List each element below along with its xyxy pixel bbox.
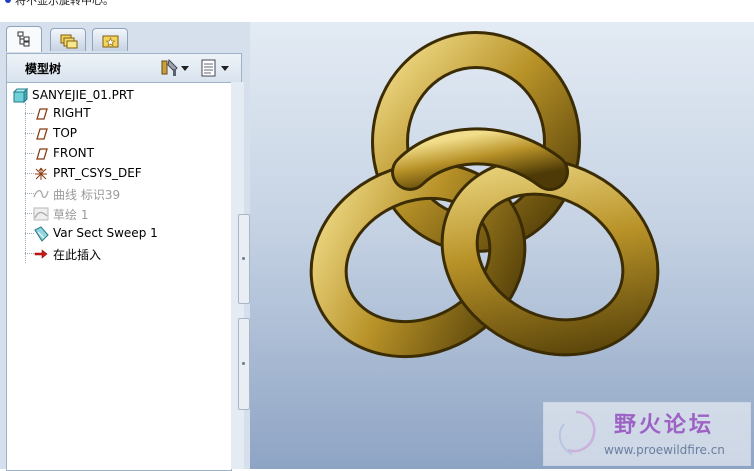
- message-area: 将不显示旋转中心。: [0, 0, 754, 23]
- datum-plane-icon: [36, 148, 48, 160]
- navigator-panel: 模型树 SANYEJIE_01.PRT RIGHT TOP FRONT PRT_…: [0, 22, 250, 471]
- panel-splitter-upper[interactable]: [238, 214, 250, 304]
- datum-plane-icon: [36, 128, 48, 140]
- watermark-title: 野火论坛: [614, 413, 715, 438]
- folder-browser-icon: [60, 34, 78, 49]
- model-tree-icon: [17, 31, 30, 47]
- chevron-down-icon: [221, 66, 229, 71]
- datum-plane-icon: [36, 108, 48, 120]
- model-tree: SANYEJIE_01.PRT RIGHT TOP FRONT PRT_CSYS…: [6, 82, 232, 471]
- curve-icon: [33, 189, 49, 199]
- tree-connector: [25, 103, 26, 263]
- tree-settings-button[interactable]: [159, 58, 191, 78]
- tab-folder-browser[interactable]: [50, 28, 86, 51]
- knot-geometry: [309, 31, 660, 359]
- sweep-icon: [34, 226, 49, 242]
- tab-model-tree[interactable]: [6, 26, 42, 52]
- message-bullet-icon: [5, 0, 11, 3]
- panel-splitter-lower[interactable]: [238, 318, 250, 410]
- favorites-icon: [102, 35, 119, 48]
- model-tree-title: 模型树: [25, 62, 62, 76]
- tree-show-button[interactable]: [199, 58, 231, 78]
- tree-root-label: SANYEJIE_01.PRT: [32, 88, 134, 102]
- chevron-down-icon: [181, 66, 189, 71]
- navigator-tabs: [4, 26, 244, 52]
- settings-icon: [161, 58, 178, 76]
- part-icon: [12, 88, 28, 104]
- model-tree-header: 模型树: [6, 53, 242, 82]
- splitter-grip-icon: [242, 257, 245, 260]
- csys-icon: [35, 167, 47, 180]
- forum-logo-icon: [558, 410, 596, 455]
- tab-favorites[interactable]: [92, 28, 128, 51]
- splitter-grip-icon: [242, 362, 245, 365]
- status-message: 将不显示旋转中心。: [15, 0, 114, 7]
- watermark-logo: 野火论坛 www.proewildfire.cn: [543, 402, 751, 466]
- show-icon: [201, 59, 216, 77]
- watermark-url: www.proewildfire.cn: [604, 443, 725, 457]
- insert-here-arrow-icon: [34, 249, 48, 259]
- sketch-icon: [33, 207, 49, 221]
